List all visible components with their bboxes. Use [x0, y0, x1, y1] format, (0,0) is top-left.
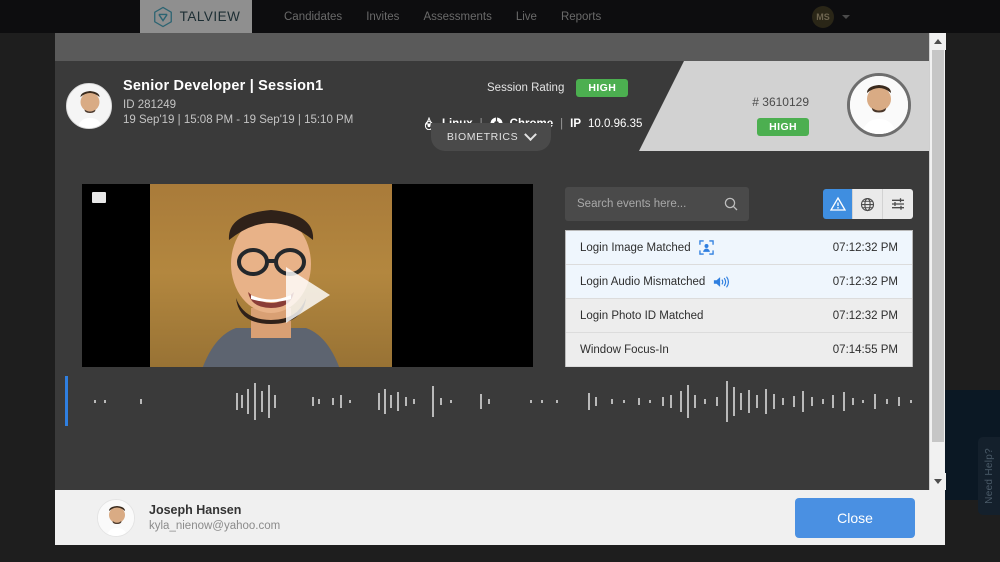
- close-button[interactable]: Close: [795, 498, 915, 538]
- session-rating: Session Rating HIGH: [487, 79, 628, 97]
- event-time: 07:12:32 PM: [833, 242, 898, 254]
- waveform-bars: [61, 373, 923, 430]
- need-help-label: Need Help?: [984, 448, 995, 504]
- speaker-icon: [713, 275, 729, 289]
- nav-item-assessments[interactable]: Assessments: [423, 11, 491, 23]
- app-root: TALVIEW Candidates Invites Assessments L…: [0, 0, 1000, 562]
- top-navbar: TALVIEW Candidates Invites Assessments L…: [0, 0, 1000, 33]
- settings-filter-button[interactable]: [883, 189, 913, 219]
- chevron-up-icon: [934, 39, 942, 44]
- brand-name: TALVIEW: [180, 9, 241, 24]
- modal-scrollbar[interactable]: [929, 33, 945, 490]
- nav-item-reports[interactable]: Reports: [561, 11, 601, 23]
- event-row[interactable]: Login Audio Mismatched 07:12:32 PM: [566, 265, 912, 299]
- session-title: Senior Developer | Session1: [123, 78, 353, 94]
- chevron-down-icon: [934, 479, 942, 484]
- avatar-photo: [67, 84, 112, 129]
- session-ref-badge: HIGH: [757, 118, 809, 136]
- sliders-icon: [890, 196, 906, 212]
- account-avatar[interactable]: MS: [812, 6, 834, 28]
- event-label: Window Focus-In: [580, 344, 669, 356]
- need-help-tab[interactable]: Need Help?: [978, 437, 1000, 515]
- account-menu[interactable]: MS: [812, 6, 850, 28]
- event-row[interactable]: Login Image Matched 07:12:32 PM: [566, 231, 912, 265]
- footer-user-avatar: [97, 499, 135, 537]
- modal-top-strip: [55, 33, 929, 61]
- chevron-down-icon[interactable]: [842, 15, 850, 19]
- events-filter-buttons: [823, 189, 913, 219]
- nav-item-candidates[interactable]: Candidates: [284, 11, 342, 23]
- nav-item-live[interactable]: Live: [516, 11, 537, 23]
- event-time: 07:12:32 PM: [833, 276, 898, 288]
- scroll-down-button[interactable]: [930, 473, 946, 490]
- globe-icon: [860, 197, 875, 212]
- scroll-up-button[interactable]: [930, 33, 946, 50]
- hexagon-logo-icon: [152, 6, 174, 28]
- search-input[interactable]: [565, 198, 715, 210]
- session-modal: Senior Developer | Session1 ID 281249 19…: [55, 33, 945, 490]
- footer-user-info: Joseph Hansen kyla_nienow@yahoo.com: [149, 503, 280, 532]
- event-label: Login Photo ID Matched: [580, 310, 703, 322]
- face-scan-icon: [699, 240, 714, 255]
- meta-separator-2: |: [560, 118, 563, 130]
- footer-user-name: Joseph Hansen: [149, 503, 280, 517]
- waveform-playhead[interactable]: [65, 376, 68, 426]
- event-row[interactable]: Login Photo ID Matched 07:12:32 PM: [566, 299, 912, 333]
- event-time: 07:14:55 PM: [833, 344, 898, 356]
- biometrics-tab-label: BIOMETRICS: [447, 131, 518, 143]
- modal-footer: Joseph Hansen kyla_nienow@yahoo.com Clos…: [55, 490, 945, 545]
- session-ref-number: # 3610129: [752, 95, 809, 109]
- session-datetime: 19 Sep'19 | 15:08 PM - 19 Sep'19 | 15:10…: [123, 114, 353, 126]
- audio-waveform[interactable]: [55, 367, 929, 436]
- session-candidate-avatar: [66, 83, 112, 129]
- scrollbar-thumb[interactable]: [932, 50, 944, 442]
- session-rating-badge: HIGH: [576, 79, 628, 97]
- screenshot-icon[interactable]: [92, 192, 106, 203]
- modal-scroll-area: Senior Developer | Session1 ID 281249 19…: [55, 33, 929, 490]
- session-info: Senior Developer | Session1 ID 281249 19…: [123, 78, 353, 126]
- search-box[interactable]: [565, 187, 749, 221]
- avatar-photo: [850, 76, 908, 134]
- session-body: 00:00 01:53 1x: [55, 151, 929, 436]
- event-label: Login Image Matched: [580, 242, 691, 254]
- session-id: ID 281249: [123, 99, 353, 111]
- session-ref-avatar: [847, 73, 911, 137]
- play-icon[interactable]: [286, 267, 330, 323]
- avatar-photo: [98, 500, 135, 537]
- alert-filter-button[interactable]: [823, 189, 853, 219]
- search-icon[interactable]: [724, 197, 738, 211]
- session-ref-panel: # 3610129 HIGH: [639, 61, 929, 151]
- session-ref-badge-wrap: HIGH: [757, 117, 809, 135]
- warning-triangle-icon: [830, 196, 846, 212]
- session-ip-label: IP: [570, 118, 581, 130]
- footer-user-email: kyla_nienow@yahoo.com: [149, 520, 280, 532]
- event-row[interactable]: Window Focus-In 07:14:55 PM: [566, 333, 912, 367]
- event-time: 07:12:32 PM: [833, 310, 898, 322]
- chevron-down-icon: [524, 128, 537, 141]
- session-ip-value: 10.0.96.35: [588, 118, 642, 130]
- nav-item-invites[interactable]: Invites: [366, 11, 399, 23]
- events-toolbar: [565, 184, 913, 224]
- session-rating-label: Session Rating: [487, 82, 564, 94]
- biometrics-tab[interactable]: BIOMETRICS: [431, 123, 551, 151]
- nav-links: Candidates Invites Assessments Live Repo…: [284, 11, 601, 23]
- event-label: Login Audio Mismatched: [580, 276, 705, 288]
- waveform-canvas[interactable]: [61, 373, 923, 430]
- globe-filter-button[interactable]: [853, 189, 883, 219]
- brand-logo[interactable]: TALVIEW: [140, 0, 252, 33]
